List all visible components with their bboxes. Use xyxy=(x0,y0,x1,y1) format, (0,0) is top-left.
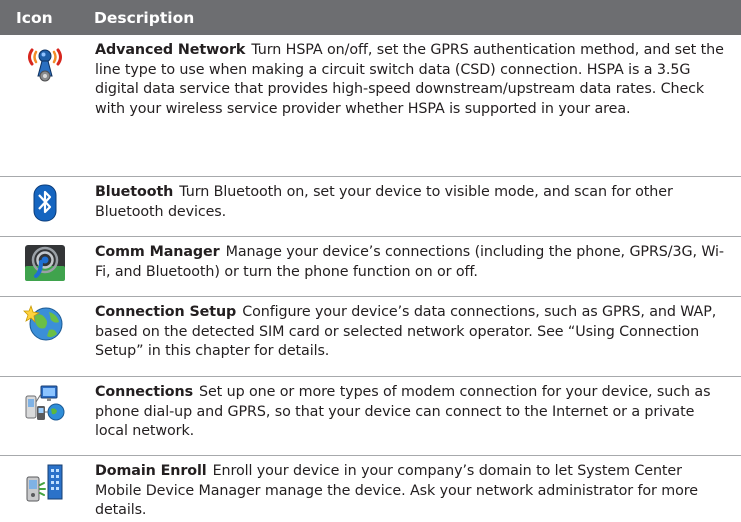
table-row-domain-enroll: Domain Enroll Enroll your device in your … xyxy=(0,456,741,522)
connections-icon xyxy=(25,385,65,421)
table-row-comm-manager: Comm Manager Manage your device’s connect… xyxy=(0,237,741,297)
domain-enroll-icon xyxy=(26,464,63,502)
advanced-network-icon xyxy=(28,48,62,82)
icon-cell xyxy=(0,237,90,296)
setting-name: Domain Enroll xyxy=(95,463,207,479)
connection-setup-icon xyxy=(23,304,63,341)
row-description: Domain Enroll Enroll your device in your … xyxy=(90,456,741,522)
row-description: Advanced Network Turn HSPA on/off, set th… xyxy=(90,35,741,176)
icon-cell xyxy=(0,377,90,455)
table-row-connections: Connections Set up one or more types of m… xyxy=(0,377,741,456)
icon-cell xyxy=(0,297,90,376)
table-row-advanced-network: Advanced Network Turn HSPA on/off, set th… xyxy=(0,35,741,177)
setting-name: Connections xyxy=(95,384,193,400)
row-description: Connections Set up one or more types of m… xyxy=(90,377,741,455)
setting-text: Turn Bluetooth on, set your device to vi… xyxy=(95,184,673,220)
setting-name: Advanced Network xyxy=(95,42,246,58)
setting-name: Bluetooth xyxy=(95,184,174,200)
table-header: Icon Description xyxy=(0,0,741,35)
icon-cell xyxy=(0,456,90,522)
row-description: Connection Setup Configure your device’s … xyxy=(90,297,741,376)
header-icon-column: Icon xyxy=(16,8,53,27)
settings-table: Icon Description Advanced Network Turn HS… xyxy=(0,0,741,522)
table-row-connection-setup: Connection Setup Configure your device’s … xyxy=(0,297,741,377)
bluetooth-icon xyxy=(33,184,57,222)
row-description: Bluetooth Turn Bluetooth on, set your dev… xyxy=(90,177,741,236)
header-description-column: Description xyxy=(94,8,195,27)
row-description: Comm Manager Manage your device’s connect… xyxy=(90,237,741,296)
icon-cell xyxy=(0,35,90,176)
icon-cell xyxy=(0,177,90,236)
setting-name: Connection Setup xyxy=(95,304,237,320)
table-row-bluetooth: Bluetooth Turn Bluetooth on, set your dev… xyxy=(0,177,741,237)
comm-manager-icon xyxy=(25,245,65,281)
setting-name: Comm Manager xyxy=(95,244,220,260)
